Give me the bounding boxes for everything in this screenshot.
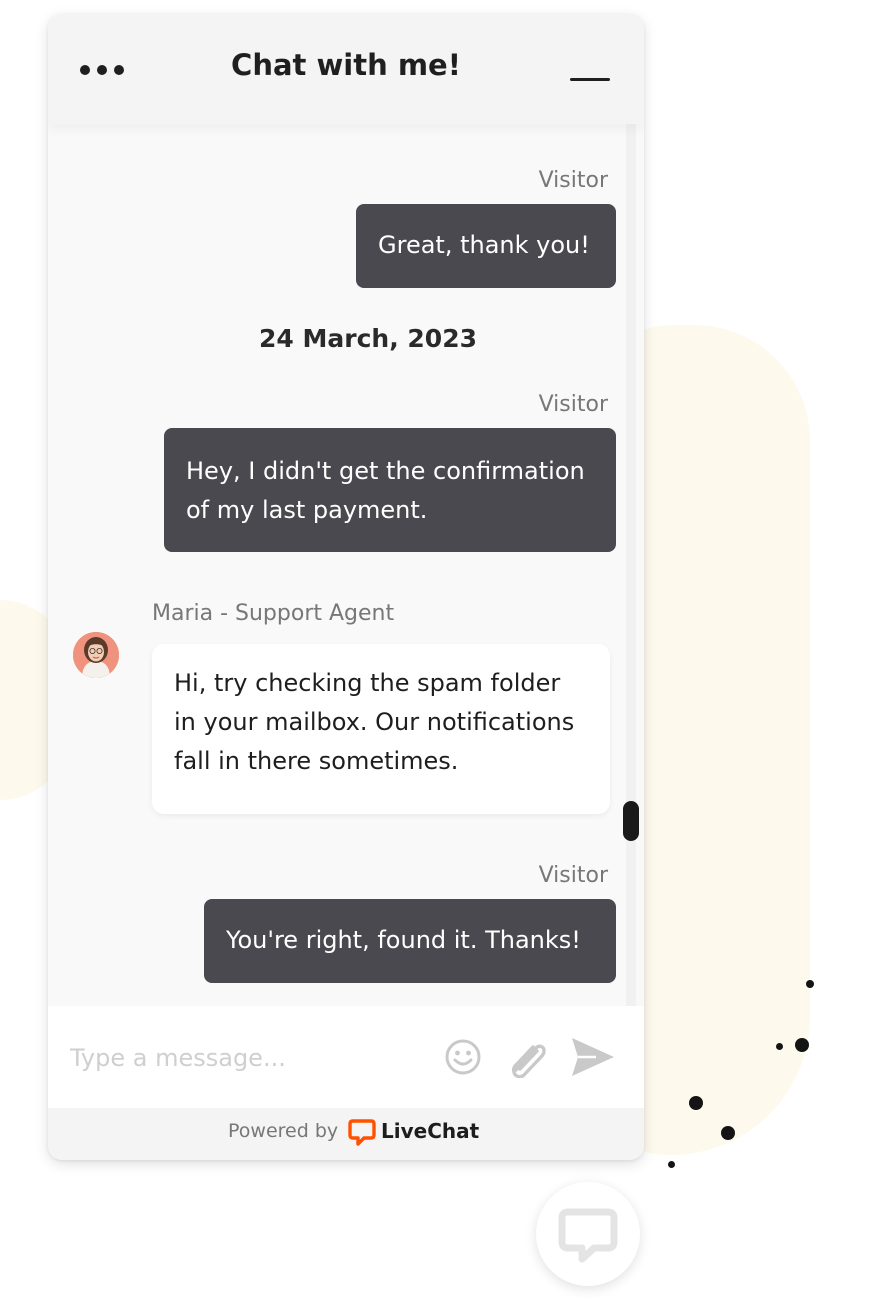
message-list[interactable]: Visitor Great, thank you! 24 March, 2023… [48, 124, 644, 1006]
visitor-message-bubble: Hey, I didn't get the confirmation of my… [164, 428, 616, 552]
message-line: Hi, try checking the spam folder [174, 669, 561, 697]
message-line: of my last payment. [186, 496, 428, 524]
visitor-message-bubble: Great, thank you! [356, 204, 616, 288]
decorative-dot [806, 980, 814, 988]
message-author: Visitor [538, 863, 608, 888]
message-author: Visitor [538, 168, 608, 193]
decorative-dot [689, 1096, 703, 1110]
message-input[interactable] [68, 1034, 432, 1082]
message-text: You're right, found it. Thanks! [226, 926, 581, 954]
message-text: Great, thank you! [378, 231, 590, 259]
chat-widget: Chat with me! Visitor Great, thank you! … [48, 14, 644, 1160]
agent-avatar [73, 632, 119, 678]
chat-header: Chat with me! [48, 14, 644, 124]
message-line: in your mailbox. Our notifications [174, 708, 575, 736]
scrollbar-track[interactable] [626, 124, 636, 1006]
chat-title: Chat with me! [231, 48, 461, 82]
agent-message-bubble: Hi, try checking the spam folder in your… [152, 644, 610, 814]
message-author: Maria - Support Agent [152, 601, 395, 626]
paperclip-icon[interactable] [506, 1038, 550, 1082]
decorative-dot [668, 1161, 675, 1168]
message-composer [48, 1006, 644, 1108]
decorative-dot [795, 1038, 809, 1052]
chat-launcher-button[interactable] [536, 1182, 640, 1286]
message-author: Visitor [538, 392, 608, 417]
chat-bubble-icon [558, 1208, 618, 1263]
scrollbar-thumb[interactable] [623, 801, 639, 841]
page: Chat with me! Visitor Great, thank you! … [0, 0, 896, 1312]
visitor-message-bubble: You're right, found it. Thanks! [204, 899, 616, 983]
powered-by-label: Powered by [228, 1120, 339, 1142]
send-icon[interactable] [570, 1036, 616, 1082]
livechat-brand[interactable]: LiveChat [381, 1119, 479, 1143]
message-line: fall in there sometimes. [174, 747, 459, 775]
date-separator: 24 March, 2023 [259, 324, 477, 353]
decorative-dot [776, 1043, 783, 1050]
emoji-icon[interactable] [444, 1038, 482, 1080]
minimize-icon[interactable] [566, 70, 612, 92]
decorative-dot [721, 1126, 735, 1140]
message-line: Hey, I didn't get the confirmation [186, 457, 585, 485]
powered-by-footer: Powered by LiveChat [48, 1108, 644, 1160]
livechat-logo-icon [348, 1118, 376, 1150]
